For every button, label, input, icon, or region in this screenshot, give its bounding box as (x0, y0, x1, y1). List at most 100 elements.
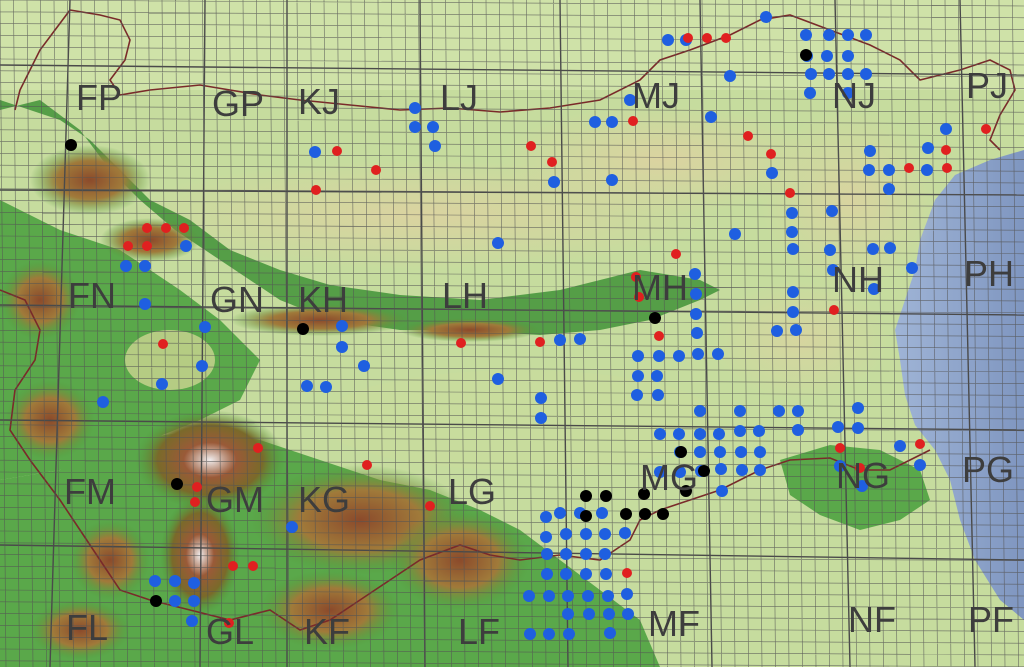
blue-occurrence-dot (427, 121, 439, 133)
blue-occurrence-dot (301, 380, 313, 392)
blue-occurrence-dot (714, 446, 726, 458)
grid-label-kg: KG (298, 479, 351, 520)
grid-label-pj: PJ (966, 65, 1009, 106)
blue-occurrence-dot (604, 627, 616, 639)
grid-label-fp: FP (76, 77, 123, 118)
blue-occurrence-dot (705, 111, 717, 123)
blue-occurrence-dot (336, 341, 348, 353)
blue-occurrence-dot (554, 334, 566, 346)
blue-occurrence-dot (188, 595, 200, 607)
blue-occurrence-dot (543, 590, 555, 602)
blue-occurrence-dot (824, 244, 836, 256)
blue-occurrence-dot (690, 308, 702, 320)
blue-occurrence-dot (199, 321, 211, 333)
blue-occurrence-dot (156, 378, 168, 390)
blue-occurrence-dot (320, 381, 332, 393)
red-occurrence-dot (228, 561, 238, 571)
blue-occurrence-dot (492, 237, 504, 249)
grid-label-lf: LF (458, 611, 501, 652)
blue-occurrence-dot (724, 70, 736, 82)
red-occurrence-dot (456, 338, 466, 348)
blue-occurrence-dot (524, 628, 536, 640)
grid-label-kf: KF (304, 611, 351, 652)
blue-occurrence-dot (196, 360, 208, 372)
blue-occurrence-dot (863, 164, 875, 176)
grid-label-lg: LG (448, 471, 497, 512)
blue-occurrence-dot (358, 360, 370, 372)
blue-occurrence-dot (606, 174, 618, 186)
blue-occurrence-dot (560, 568, 572, 580)
blue-occurrence-dot (692, 348, 704, 360)
blue-occurrence-dot (599, 528, 611, 540)
black-occurrence-dot (580, 490, 592, 502)
blue-occurrence-dot (651, 370, 663, 382)
black-occurrence-dot (800, 49, 812, 61)
blue-occurrence-dot (599, 548, 611, 560)
blue-occurrence-dot (734, 405, 746, 417)
blue-occurrence-dot (860, 29, 872, 41)
blue-occurrence-dot (662, 34, 674, 46)
grid-label-lj: LJ (440, 77, 479, 118)
red-occurrence-dot (311, 185, 321, 195)
blue-occurrence-dot (429, 140, 441, 152)
blue-occurrence-dot (940, 123, 952, 135)
blue-occurrence-dot (560, 528, 572, 540)
red-occurrence-dot (190, 497, 200, 507)
black-occurrence-dot (297, 323, 309, 335)
grid-label-nh: NH (832, 259, 884, 300)
blue-occurrence-dot (139, 260, 151, 272)
red-occurrence-dot (904, 163, 914, 173)
black-occurrence-dot (600, 490, 612, 502)
blue-occurrence-dot (653, 350, 665, 362)
grid-label-nf: NF (848, 599, 896, 640)
blue-occurrence-dot (180, 240, 192, 252)
red-occurrence-dot (785, 188, 795, 198)
blue-occurrence-dot (689, 268, 701, 280)
blue-occurrence-dot (409, 121, 421, 133)
blue-occurrence-dot (562, 608, 574, 620)
blue-occurrence-dot (580, 548, 592, 560)
grid-label-fn: FN (68, 275, 116, 316)
blue-occurrence-dot (563, 628, 575, 640)
blue-occurrence-dot (560, 548, 572, 560)
red-occurrence-dot (942, 163, 952, 173)
blue-occurrence-dot (632, 370, 644, 382)
blue-occurrence-dot (602, 590, 614, 602)
grid-label-gl: GL (206, 611, 255, 652)
blue-occurrence-dot (583, 608, 595, 620)
blue-occurrence-dot (621, 588, 633, 600)
blue-occurrence-dot (541, 548, 553, 560)
red-occurrence-dot (179, 223, 189, 233)
blue-occurrence-dot (867, 243, 879, 255)
red-occurrence-dot (654, 331, 664, 341)
blue-occurrence-dot (786, 226, 798, 238)
blue-occurrence-dot (631, 389, 643, 401)
blue-occurrence-dot (652, 389, 664, 401)
black-occurrence-dot (171, 478, 183, 490)
blue-occurrence-dot (541, 568, 553, 580)
grid-label-kh: KH (298, 279, 349, 320)
blue-occurrence-dot (753, 425, 765, 437)
blue-occurrence-dot (619, 527, 631, 539)
blue-occurrence-dot (169, 595, 181, 607)
red-occurrence-dot (371, 165, 381, 175)
blue-occurrence-dot (736, 464, 748, 476)
black-occurrence-dot (649, 312, 661, 324)
red-occurrence-dot (253, 443, 263, 453)
grid-label-ph: PH (964, 253, 1015, 294)
blue-occurrence-dot (883, 183, 895, 195)
blue-occurrence-dot (654, 428, 666, 440)
grid-label-lh: LH (442, 275, 489, 316)
blue-occurrence-dot (804, 87, 816, 99)
blue-occurrence-dot (906, 262, 918, 274)
blue-occurrence-dot (562, 590, 574, 602)
blue-occurrence-dot (884, 242, 896, 254)
blue-occurrence-dot (842, 29, 854, 41)
grid-label-pf: PF (968, 599, 1015, 640)
red-occurrence-dot (547, 157, 557, 167)
grid-label-fm: FM (64, 471, 116, 512)
blue-occurrence-dot (673, 428, 685, 440)
blue-occurrence-dot (535, 412, 547, 424)
black-occurrence-dot (65, 139, 77, 151)
grid-label-kj: KJ (298, 81, 341, 122)
